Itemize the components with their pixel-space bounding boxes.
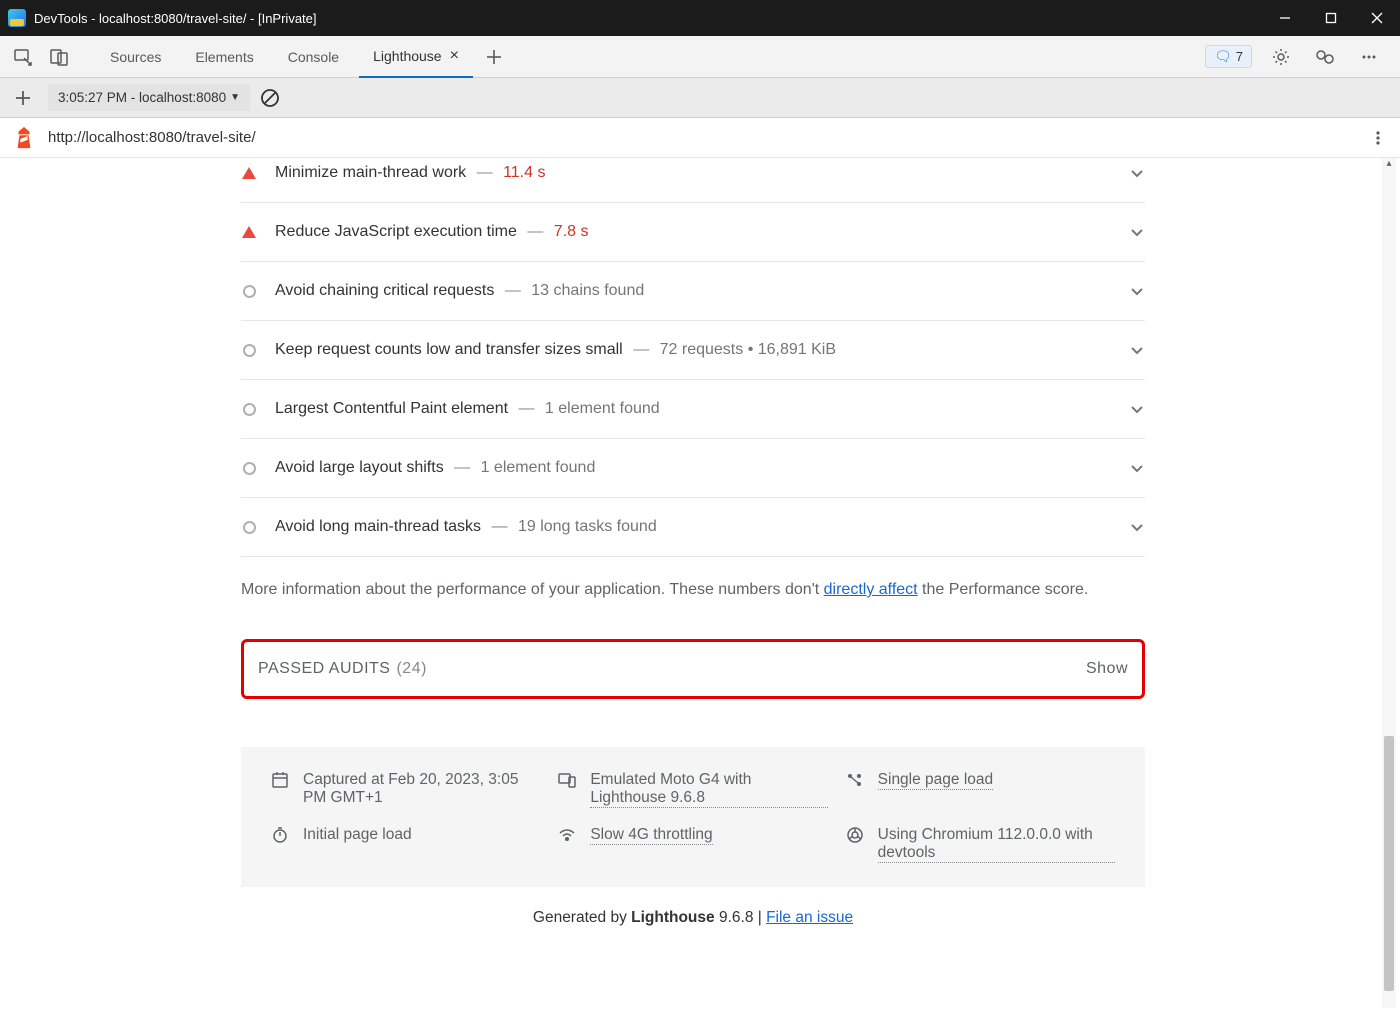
audit-row[interactable]: Avoid long main-thread tasks — 19 long t… [241,498,1145,557]
stopwatch-icon [271,826,289,844]
chevron-down-icon[interactable] [1129,165,1145,181]
audit-title: Avoid chaining critical requests [275,282,494,299]
audit-row[interactable]: Avoid chaining critical requests — 13 ch… [241,262,1145,321]
chevron-down-icon[interactable] [1129,401,1145,417]
calendar-icon [271,771,289,789]
experiments-icon[interactable] [1310,42,1340,72]
audit-title: Avoid large layout shifts [275,459,444,476]
settings-gear-icon[interactable] [1266,42,1296,72]
device-toolbar-icon[interactable] [44,42,74,72]
audit-title: Reduce JavaScript execution time [275,223,517,240]
maximize-button[interactable] [1308,0,1354,36]
audit-row[interactable]: Reduce JavaScript execution time — 7.8 s [241,203,1145,262]
audit-metric: 7.8 s [549,223,588,240]
file-issue-link[interactable]: File an issue [766,909,853,926]
passed-audits-count: (24) [396,660,426,678]
report-footer: Generated by Lighthouse 9.6.8 | File an … [241,887,1145,937]
new-report-button[interactable] [8,83,38,113]
caret-down-icon: ▼ [230,92,240,103]
window-title: DevTools - localhost:8080/travel-site/ -… [34,11,317,26]
audit-title: Largest Contentful Paint element [275,400,508,417]
close-button[interactable] [1354,0,1400,36]
info-circle-icon [241,285,257,298]
close-icon[interactable]: × [450,47,459,65]
chat-icon: 🗨 [1214,48,1232,65]
report-url: http://localhost:8080/travel-site/ [48,129,1356,146]
chrome-icon [846,826,864,844]
device-icon [558,771,576,789]
passed-audits-label: PASSED AUDITS [258,660,390,678]
single-page-load: Single page load [878,771,994,790]
clear-report-button[interactable] [260,88,280,108]
chevron-down-icon[interactable] [1129,224,1145,240]
issues-badge[interactable]: 🗨 7 [1205,45,1252,68]
scrollbar-thumb[interactable] [1384,736,1394,991]
lighthouse-toolbar: 3:05:27 PM - localhost:8080 ▼ [0,78,1400,118]
vertical-scrollbar[interactable]: ▴ [1382,158,1396,1008]
report-url-bar: http://localhost:8080/travel-site/ [0,118,1400,158]
audit-row[interactable]: Keep request counts low and transfer siz… [241,321,1145,380]
audit-title: Minimize main-thread work [275,164,466,181]
lighthouse-icon [14,127,34,149]
chevron-down-icon[interactable] [1129,342,1145,358]
audit-metric: 1 element found [476,459,595,476]
throttling: Slow 4G throttling [590,826,712,845]
app-icon [8,9,26,27]
report-menu-icon[interactable] [1370,130,1386,146]
audit-row[interactable]: Minimize main-thread work — 11.4 s [241,158,1145,203]
tab-lighthouse[interactable]: Lighthouse × [359,36,473,78]
directly-affect-link[interactable]: directly affect [824,581,918,598]
more-tabs-button[interactable] [479,42,509,72]
network-icon [846,771,864,789]
chevron-down-icon[interactable] [1129,460,1145,476]
audit-row[interactable]: Largest Contentful Paint element — 1 ele… [241,380,1145,439]
chromium-version: Using Chromium 112.0.0.0 with devtools [878,826,1115,863]
warning-triangle-icon [241,167,257,179]
scroll-up-arrow-icon[interactable]: ▴ [1382,158,1396,169]
tab-elements[interactable]: Elements [181,36,267,78]
kebab-menu-icon[interactable] [1354,42,1384,72]
chevron-down-icon[interactable] [1129,283,1145,299]
wifi-icon [558,826,576,844]
audit-row[interactable]: Avoid large layout shifts — 1 element fo… [241,439,1145,498]
audit-metric: 72 requests • 16,891 KiB [655,341,836,358]
tab-console[interactable]: Console [274,36,353,78]
window-titlebar: DevTools - localhost:8080/travel-site/ -… [0,0,1400,36]
info-circle-icon [241,521,257,534]
audit-metric: 19 long tasks found [514,518,657,535]
passed-audits-toggle[interactable]: PASSED AUDITS (24) Show [241,639,1145,699]
warning-triangle-icon [241,226,257,238]
devtools-tabs-bar: Sources Elements Console Lighthouse × 🗨 … [0,36,1400,78]
show-button[interactable]: Show [1086,660,1128,678]
tab-sources[interactable]: Sources [96,36,175,78]
audit-metric: 1 element found [540,400,659,417]
audit-metric: 13 chains found [527,282,644,299]
minimize-button[interactable] [1262,0,1308,36]
runtime-settings: Captured at Feb 20, 2023, 3:05 PM GMT+1 … [241,747,1145,887]
diagnostics-info: More information about the performance o… [241,557,1145,611]
audit-title: Avoid long main-thread tasks [275,518,481,535]
report-selector-dropdown[interactable]: 3:05:27 PM - localhost:8080 ▼ [48,84,250,111]
audit-metric: 11.4 s [499,164,546,181]
info-circle-icon [241,344,257,357]
info-circle-icon [241,403,257,416]
chevron-down-icon[interactable] [1129,519,1145,535]
initial-page-load: Initial page load [303,826,412,844]
info-circle-icon [241,462,257,475]
emulated-device: Emulated Moto G4 with Lighthouse 9.6.8 [590,771,827,808]
inspect-element-icon[interactable] [8,42,38,72]
report-viewport: Minimize main-thread work — 11.4 sReduce… [8,158,1378,1008]
audit-title: Keep request counts low and transfer siz… [275,341,623,358]
captured-at: Captured at Feb 20, 2023, 3:05 PM GMT+1 [303,771,540,807]
